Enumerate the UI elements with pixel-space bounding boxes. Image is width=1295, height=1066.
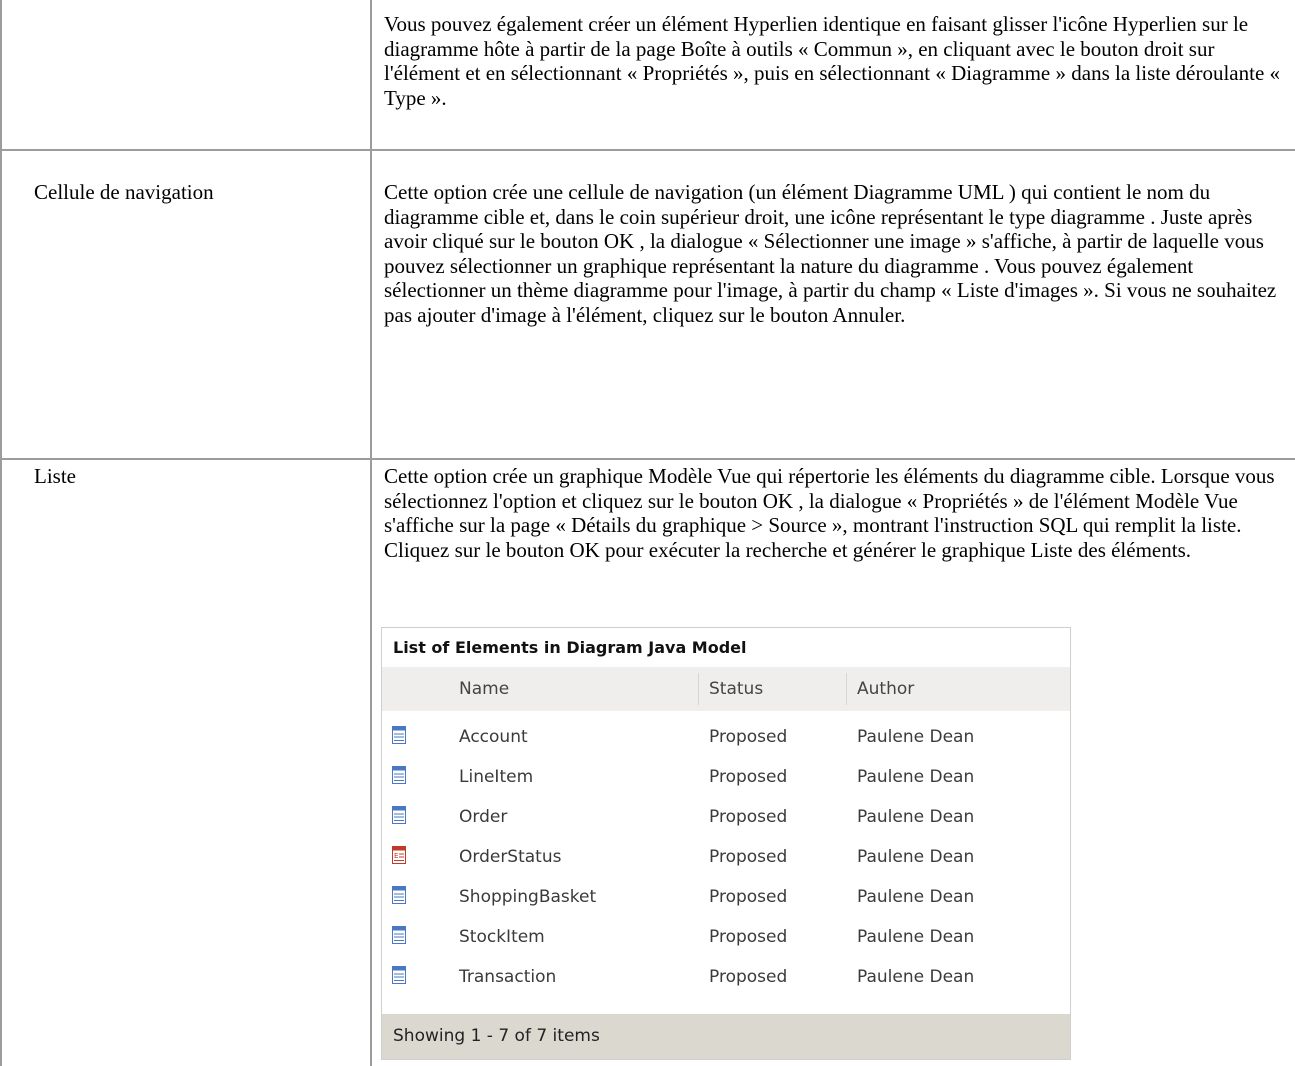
cell-status: Proposed [709,727,788,747]
list-footer: Showing 1 - 7 of 7 items [382,1014,1070,1059]
class-icon [392,726,406,744]
cell-name: Order [459,807,508,827]
column-divider [698,673,699,705]
table-row[interactable]: ShoppingBasket Proposed Paulene Dean [382,877,1070,917]
cell-status: Proposed [709,767,788,787]
class-icon [392,926,406,944]
table-row[interactable]: Account Proposed Paulene Dean [382,717,1070,757]
list-title: List of Elements in Diagram Java Model [382,628,1070,667]
cell-name: ShoppingBasket [459,887,597,907]
cell-author: Paulene Dean [857,847,975,867]
element-list-widget: List of Elements in Diagram Java Model N… [381,627,1071,1060]
cell-author: Paulene Dean [857,767,975,787]
table-row[interactable]: StockItem Proposed Paulene Dean [382,917,1070,957]
row-label-navigation-cell: Cellule de navigation [34,180,214,204]
cell-author: Paulene Dean [857,727,975,747]
class-icon [392,766,406,784]
cell-status: Proposed [709,967,788,987]
cell-name: Account [459,727,528,747]
table-row[interactable]: LineItem Proposed Paulene Dean [382,757,1070,797]
enumeration-icon: E [392,846,406,864]
cell-status: Proposed [709,887,788,907]
column-divider [370,0,372,1066]
table-row[interactable]: E OrderStatus Proposed Paulene Dean [382,837,1070,877]
cell-name: OrderStatus [459,847,562,867]
column-header-name[interactable]: Name [459,667,509,711]
table-row[interactable]: Transaction Proposed Paulene Dean [382,957,1070,997]
cell-author: Paulene Dean [857,807,975,827]
navigation-cell-description: Cette option crée une cellule de navigat… [384,180,1277,327]
hyperlink-description: Vous pouvez également créer un élément H… [384,12,1281,110]
cell-status: Proposed [709,807,788,827]
table-row[interactable]: Order Proposed Paulene Dean [382,797,1070,837]
column-divider [846,673,847,705]
class-icon [392,806,406,824]
table-left-border [0,0,2,1066]
cell-status: Proposed [709,847,788,867]
row-divider [0,458,1295,460]
list-description: Cette option crée un graphique Modèle Vu… [384,464,1275,562]
cell-author: Paulene Dean [857,887,975,907]
cell-author: Paulene Dean [857,967,975,987]
list-header: Name Status Author [382,667,1070,711]
item-count-text: Showing 1 - 7 of 7 items [393,1026,600,1046]
class-icon [392,886,406,904]
cell-name: StockItem [459,927,545,947]
cell-status: Proposed [709,927,788,947]
row-divider [0,149,1295,151]
cell-name: LineItem [459,767,534,787]
column-header-status[interactable]: Status [709,667,763,711]
column-header-author[interactable]: Author [857,667,914,711]
svg-text:E: E [394,852,398,860]
row-label-list: Liste [34,464,76,488]
class-icon [392,966,406,984]
cell-author: Paulene Dean [857,927,975,947]
cell-name: Transaction [459,967,557,987]
